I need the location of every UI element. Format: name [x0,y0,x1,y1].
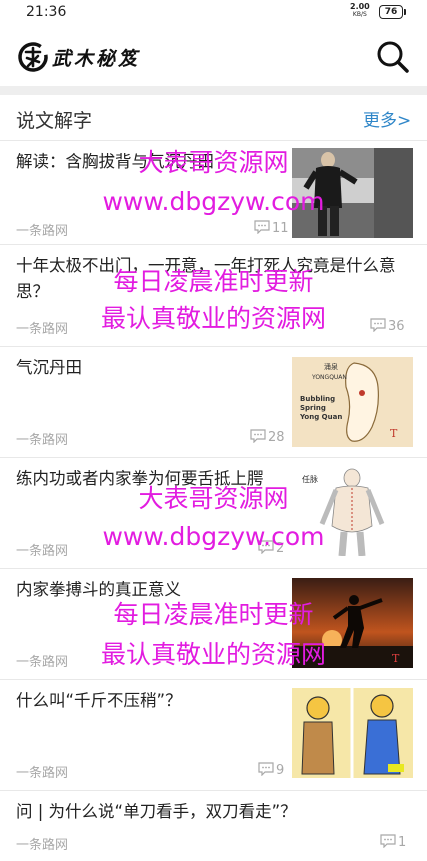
more-link[interactable]: 更多> [363,106,411,131]
app-logo: 武木秘笈 [16,40,146,74]
foot-chart-label-en: YONGQUAN [311,374,347,381]
comment-count: 1 [380,834,406,850]
article-item[interactable]: 内家拳搏斗的真正意义 一条路网 T [0,569,427,680]
foot-chart-label-cn: 涌泉 [324,362,338,371]
comment-icon [370,318,386,332]
article-title: 问 | 为什么说“单刀看手，双刀看走”？ [16,802,297,821]
section-divider [0,86,427,95]
article-title: 解读：含胸拔背与气沉丹田 [16,152,214,171]
battery-level: 76 [384,7,398,17]
comment-count-value: 11 [272,221,289,236]
comment-count: 11 [254,220,289,236]
status-time: 21:36 [26,4,67,20]
section-header: 说文解字 更多> [0,96,427,141]
article-item[interactable]: 解读：含胸拔背与气沉丹田 一条路网 11 [0,141,427,245]
foot-chart-caption-3: Yong Quan [299,413,342,421]
foot-chart-caption: Bubbling [300,395,335,403]
man-practicing-outdoors-image [292,148,413,238]
comment-count-value: 36 [388,319,405,334]
article-title: 十年太极不出门，一开意，一年打死人究竟是什么意思？ [16,256,396,301]
article-thumbnail: 任脉 [292,466,413,556]
logo-text: 武木秘笈 [52,48,141,70]
article-item[interactable]: 十年太极不出门，一开意，一年打死人究竟是什么意思？ 一条路网 36 [0,245,427,347]
cartoon-figures-image [292,688,413,778]
comment-icon [250,429,266,443]
section-title: 说文解字 [16,110,93,132]
article-item[interactable]: 什么叫“千斤不压稍”？ 一条路网 9 [0,680,427,791]
article-item[interactable]: 问 | 为什么说“单刀看手，双刀看走”？ 一条路网 1 [0,791,427,861]
article-source: 一条路网 [16,322,69,337]
article-title: 气沉丹田 [16,358,82,377]
battery-icon: 76 [379,5,406,19]
meridian-body-chart-image: 任脉 [292,466,413,556]
comment-count: 9 [258,762,284,778]
comment-icon [258,762,274,776]
sunset-silhouette-image: T [292,578,413,668]
article-thumbnail: 涌泉 YONGQUAN Bubbling Spring Yong Quan T [292,357,413,447]
network-speed-value: 2.00 [350,2,370,11]
article-source: 一条路网 [16,766,69,781]
article-title: 练内功或者内家拳为何要舌抵上腭 [16,469,264,488]
comment-count-value: 2 [276,541,285,556]
search-icon[interactable] [374,38,412,76]
article-thumbnail: T [292,578,413,668]
meridian-label: 任脉 [302,474,318,484]
article-source: 一条路网 [16,544,69,559]
comment-icon [258,540,274,554]
comment-count-value: 9 [276,763,285,778]
foot-acupoint-chart-image: 涌泉 YONGQUAN Bubbling Spring Yong Quan T [292,357,413,447]
comment-count: 2 [258,540,284,556]
article-thumbnail [292,148,413,238]
network-speed-unit: KB/S [352,11,367,18]
network-speed: 2.00 KB/S [350,3,370,19]
comment-icon [380,834,396,848]
status-bar: 21:36 2.00 KB/S 76 [0,0,427,24]
article-source: 一条路网 [16,838,69,853]
article-source: 一条路网 [16,655,69,670]
comment-count-value: 28 [268,430,285,445]
comment-count: 36 [370,318,405,334]
article-item[interactable]: 练内功或者内家拳为何要舌抵上腭 一条路网 2 任脉 [0,458,427,569]
article-title: 内家拳搏斗的真正意义 [16,580,181,599]
article-title: 什么叫“千斤不压稍”？ [16,691,182,710]
comment-count: 28 [250,429,285,445]
comment-icon [254,220,270,234]
article-item[interactable]: 气沉丹田 一条路网 28 涌泉 YONGQUAN Bubbling Spring… [0,347,427,458]
logo-brush-icon [18,42,48,72]
article-thumbnail [292,688,413,778]
brand-mark-icon: T [390,427,398,440]
brand-mark-icon: T [392,652,400,665]
article-source: 一条路网 [16,224,69,239]
foot-chart-caption-2: Spring [300,404,326,412]
app-bar: 武木秘笈 [0,28,427,84]
article-source: 一条路网 [16,433,69,448]
comment-count-value: 1 [398,835,407,850]
